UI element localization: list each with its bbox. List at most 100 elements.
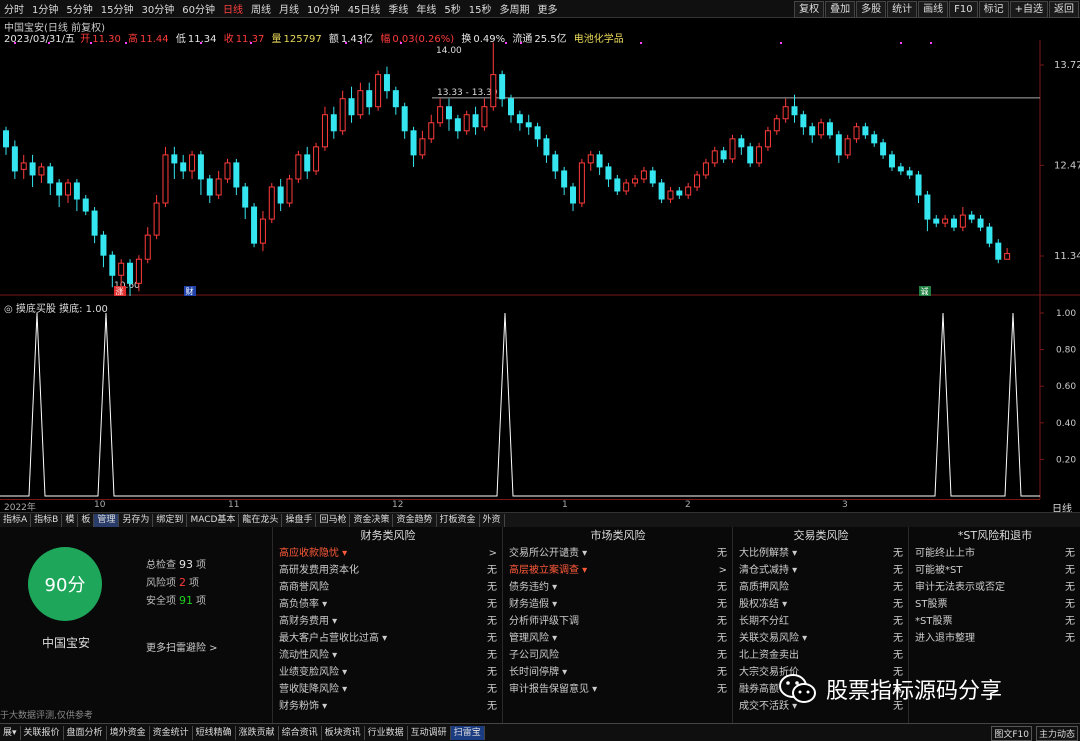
taskbar-tab[interactable]: 境外资金 bbox=[107, 725, 150, 740]
risk-row[interactable]: 高层被立案调查 ▾ > bbox=[503, 562, 733, 579]
period-tab[interactable]: 15分钟 bbox=[97, 1, 138, 16]
bottom-link[interactable]: 主力动态 bbox=[1035, 726, 1078, 741]
risk-row[interactable]: 可能终止上市 无 bbox=[909, 545, 1080, 562]
tool-button[interactable]: 复权 bbox=[794, 1, 825, 18]
candle bbox=[180, 154, 187, 179]
indicator-tab[interactable]: 龍在龙头 bbox=[239, 513, 283, 527]
indicator-tab[interactable]: 指标A bbox=[0, 513, 32, 527]
indicator-tab[interactable]: 管理 bbox=[94, 513, 120, 527]
taskbar-tab[interactable]: 资金统计 bbox=[150, 725, 193, 740]
tool-button[interactable]: F10 bbox=[949, 1, 978, 18]
indicator-tab[interactable]: 资金决策 bbox=[350, 513, 394, 527]
risk-row[interactable]: 可能被*ST 无 bbox=[909, 562, 1080, 579]
period-tab[interactable]: 月线 bbox=[275, 1, 303, 16]
risk-row[interactable]: 子公司风险 无 bbox=[503, 647, 733, 664]
indicator-tab[interactable]: 资金趋势 bbox=[393, 513, 437, 527]
risk-row[interactable]: 流动性风险 ▾ 无 bbox=[273, 647, 503, 664]
taskbar-tab[interactable]: 展▾ bbox=[0, 725, 21, 740]
risk-row[interactable]: 长时间停牌 ▾ 无 bbox=[503, 664, 733, 681]
period-tab[interactable]: 更多 bbox=[534, 1, 562, 16]
period-tab[interactable]: 周线 bbox=[247, 1, 275, 16]
indicator-tab[interactable]: 打板资金 bbox=[437, 513, 480, 527]
risk-row[interactable]: 股权冻结 ▾ 无 bbox=[733, 596, 909, 613]
tool-button[interactable]: +自选 bbox=[1009, 1, 1048, 18]
candle-body bbox=[800, 114, 807, 128]
candle bbox=[445, 98, 452, 131]
indicator-chart[interactable]: 1.00 0.80 0.60 0.40 0.20 bbox=[0, 296, 1080, 499]
risk-row[interactable]: 高研发费用资本化 无 bbox=[273, 562, 503, 579]
period-tab[interactable]: 5分钟 bbox=[62, 1, 96, 16]
candle-body bbox=[614, 178, 621, 192]
bottom-link[interactable]: 图文F10 bbox=[991, 726, 1032, 741]
risk-row[interactable]: 北上资金卖出 无 bbox=[733, 647, 909, 664]
event-marker[interactable]: 诚 bbox=[919, 286, 931, 296]
risk-row[interactable]: 财务造假 ▾ 无 bbox=[503, 596, 733, 613]
risk-row[interactable]: 分析师评级下调 无 bbox=[503, 613, 733, 630]
risk-row-label: 营收陡降风险 ▾ bbox=[279, 684, 348, 695]
taskbar-tab[interactable]: 盘面分析 bbox=[64, 725, 107, 740]
risk-row[interactable]: 审计报告保留意见 ▾ 无 bbox=[503, 681, 733, 698]
period-tab[interactable]: 45日线 bbox=[344, 1, 385, 16]
risk-row[interactable]: 高财务费用 ▾ 无 bbox=[273, 613, 503, 630]
taskbar-tab[interactable]: 互动调研 bbox=[408, 725, 451, 740]
period-tab[interactable]: 多周期 bbox=[496, 1, 534, 16]
event-marker[interactable]: 财 bbox=[184, 286, 196, 296]
period-tab[interactable]: 1分钟 bbox=[28, 1, 62, 16]
risk-row[interactable]: 高负债率 ▾ 无 bbox=[273, 596, 503, 613]
risk-row[interactable]: 长期不分红 无 bbox=[733, 613, 909, 630]
risk-row[interactable]: 财务粉饰 ▾ 无 bbox=[273, 698, 503, 715]
period-tab[interactable]: 30分钟 bbox=[137, 1, 178, 16]
tool-button[interactable]: 返回 bbox=[1049, 1, 1079, 18]
risk-row[interactable]: 审计无法表示或否定 无 bbox=[909, 579, 1080, 596]
tool-button[interactable]: 统计 bbox=[887, 1, 918, 18]
candle bbox=[38, 162, 45, 183]
period-tab[interactable]: 季线 bbox=[384, 1, 412, 16]
risk-row[interactable]: 关联交易风险 ▾ 无 bbox=[733, 630, 909, 647]
indicator-tab[interactable]: 外资 bbox=[480, 513, 505, 527]
period-tab[interactable]: 60分钟 bbox=[178, 1, 219, 16]
risk-row[interactable]: 交易所公开谴责 ▾ 无 bbox=[503, 545, 733, 562]
indicator-tab[interactable]: 板 bbox=[78, 513, 95, 527]
taskbar-tab[interactable]: 涨跌贡献 bbox=[236, 725, 279, 740]
risk-row[interactable]: 管理风险 ▾ 无 bbox=[503, 630, 733, 647]
indicator-tab[interactable]: MACD基本 bbox=[187, 513, 240, 527]
risk-row[interactable]: 营收陡降风险 ▾ 无 bbox=[273, 681, 503, 698]
risk-row[interactable]: 高商誉风险 无 bbox=[273, 579, 503, 596]
risk-row[interactable]: 清仓式减持 ▾ 无 bbox=[733, 562, 909, 579]
indicator-tab[interactable]: 模 bbox=[62, 513, 79, 527]
risk-row[interactable]: 高应收款隐忧 ▾ > bbox=[273, 545, 503, 562]
risk-row[interactable]: 业绩变脸风险 ▾ 无 bbox=[273, 664, 503, 681]
period-tab[interactable]: 日线 bbox=[219, 1, 247, 16]
indicator-tab[interactable]: 操盘手 bbox=[282, 513, 317, 527]
candlestick-chart[interactable]: 13.7212.4711.3413.33 - 13.3014.0010.60涨财… bbox=[0, 40, 1080, 296]
risk-row[interactable]: 高质押风险 无 bbox=[733, 579, 909, 596]
taskbar-tab[interactable]: 综合资讯 bbox=[279, 725, 322, 740]
period-tab[interactable]: 5秒 bbox=[440, 1, 464, 16]
taskbar-tab[interactable]: 关联报价 bbox=[21, 725, 64, 740]
period-tab[interactable]: 15秒 bbox=[465, 1, 496, 16]
period-tab[interactable]: 10分钟 bbox=[303, 1, 344, 16]
tool-button[interactable]: 叠加 bbox=[825, 1, 856, 18]
period-tab[interactable]: 分时 bbox=[0, 1, 28, 16]
more-scan-link[interactable]: 更多扫雷避险 > bbox=[146, 639, 218, 654]
risk-row[interactable]: ST股票 无 bbox=[909, 596, 1080, 613]
risk-row[interactable]: 债务违约 ▾ 无 bbox=[503, 579, 733, 596]
indicator-tab[interactable]: 另存为 bbox=[119, 513, 154, 527]
period-tab[interactable]: 年线 bbox=[412, 1, 440, 16]
taskbar-tab[interactable]: 扫雷宝 bbox=[450, 725, 485, 740]
tool-button[interactable]: 标记 bbox=[978, 1, 1009, 18]
risk-row[interactable]: 最大客户占营收比过高 ▾ 无 bbox=[273, 630, 503, 647]
indicator-tab[interactable]: 回马枪 bbox=[316, 513, 351, 527]
tool-button[interactable]: 多股 bbox=[856, 1, 887, 18]
risk-row[interactable]: 大比例解禁 ▾ 无 bbox=[733, 545, 909, 562]
event-marker[interactable]: 涨 bbox=[114, 286, 126, 296]
taskbar-tab[interactable]: 短线精确 bbox=[193, 725, 236, 740]
candle-body bbox=[11, 146, 18, 172]
risk-row[interactable]: 进入退市整理 无 bbox=[909, 630, 1080, 647]
indicator-tab[interactable]: 绑定到 bbox=[153, 513, 188, 527]
taskbar-tab[interactable]: 行业数据 bbox=[365, 725, 408, 740]
tool-button[interactable]: 画线 bbox=[918, 1, 949, 18]
risk-row[interactable]: *ST股票 无 bbox=[909, 613, 1080, 630]
taskbar-tab[interactable]: 板块资讯 bbox=[322, 725, 365, 740]
indicator-tab[interactable]: 指标B bbox=[31, 513, 63, 527]
